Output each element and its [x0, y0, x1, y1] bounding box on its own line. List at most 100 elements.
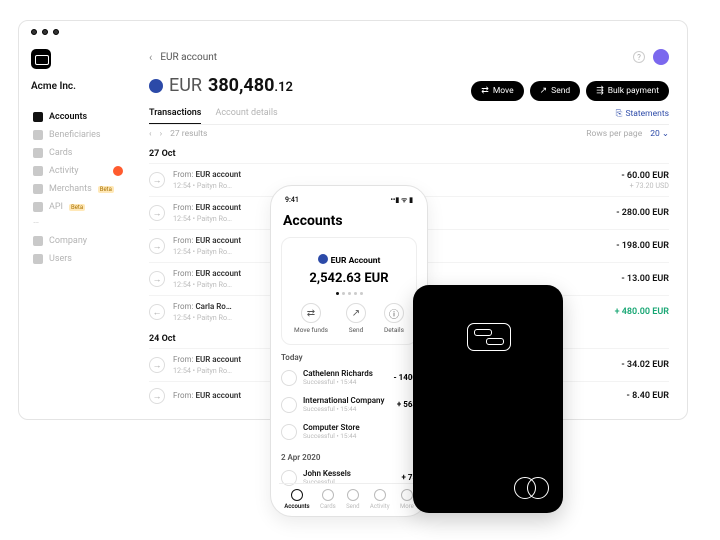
sidebar-item-api[interactable]: API Beta	[31, 198, 137, 216]
direction-icon: ←	[149, 304, 165, 320]
beta-badge: Beta	[98, 186, 114, 193]
sidebar-item-activity[interactable]: Activity	[31, 162, 137, 180]
sidebar-item-label: Beneficiaries	[49, 130, 101, 140]
sidebar-item-label: Merchants	[49, 184, 92, 194]
direction-icon: →	[149, 271, 165, 287]
details-button[interactable]: ⓘDetails	[384, 303, 404, 334]
send-icon: ↗	[346, 303, 366, 323]
phone-transaction-row[interactable]: International CompanySuccessful • 15:44+…	[279, 391, 419, 418]
results-count: 27 results	[170, 129, 207, 139]
time: 9:41	[285, 196, 299, 205]
sidebar-item-label: Users	[49, 254, 72, 264]
sidebar-item-label: Company	[49, 236, 87, 246]
tab-transactions[interactable]: Transactions	[149, 108, 201, 124]
send-button[interactable]: ↗Send	[346, 303, 366, 334]
accounts-icon	[33, 112, 43, 122]
phone-title: Accounts	[283, 213, 415, 229]
pager-next[interactable]: ›	[160, 129, 163, 139]
send-button[interactable]: ↗Send	[530, 81, 581, 101]
merchant-icon	[281, 424, 297, 440]
details-icon: ⓘ	[384, 303, 404, 323]
phone-section-label: 2 Apr 2020	[281, 453, 417, 462]
tab-activity[interactable]: Activity	[370, 489, 390, 510]
move-button[interactable]: ⇄Move	[471, 81, 523, 101]
currency-code: EUR	[169, 75, 202, 96]
sidebar-item-merchants[interactable]: Merchants Beta	[31, 180, 137, 198]
bulk-payment-button[interactable]: ⇶Bulk payment	[586, 81, 669, 101]
page-title: EUR account	[160, 52, 217, 63]
tab-cards[interactable]: Cards	[320, 489, 336, 510]
phone-mock: 9:41 ••▮ ᯤ ▮ Accounts EUR Account 2,542.…	[270, 185, 428, 517]
help-icon[interactable]: ?	[633, 51, 645, 63]
direction-icon: →	[149, 357, 165, 373]
move-icon: ⇄	[481, 86, 489, 96]
phone-tabbar: Accounts Cards Send Activity More	[279, 483, 419, 510]
tabs: Transactions Account details ⎘Statements	[149, 108, 669, 125]
account-card[interactable]: EUR Account 2,542.63 EUR ⇄Move funds ↗Se…	[281, 237, 417, 345]
move-icon: ⇄	[301, 303, 321, 323]
account-balance: 2,542.63 EUR	[292, 271, 406, 286]
move-funds-button[interactable]: ⇄Move funds	[294, 303, 328, 334]
balance-amount: 380,480.12	[208, 75, 293, 96]
company-icon	[33, 236, 43, 246]
window-controls	[31, 29, 59, 35]
action-buttons: ⇄Move ↗Send ⇶Bulk payment	[471, 81, 669, 101]
sidebar-item-company[interactable]: Company	[31, 232, 137, 250]
beneficiaries-icon	[33, 130, 43, 140]
sidebar-separator: …	[31, 216, 137, 232]
sidebar-item-accounts[interactable]: Accounts	[31, 108, 137, 126]
avatar[interactable]	[653, 49, 669, 65]
direction-icon: →	[149, 205, 165, 221]
sidebar-item-label: Accounts	[49, 112, 87, 122]
pager: ‹ › 27 results Rows per page 20 ⌄	[149, 129, 669, 139]
payment-card	[413, 285, 563, 513]
document-icon: ⎘	[616, 109, 623, 119]
statements-link[interactable]: ⎘Statements	[616, 108, 669, 124]
phone-transaction-row[interactable]: Cathelenn RichardsSuccessful • 15:44- 14…	[279, 364, 419, 391]
eu-flag-icon	[318, 254, 328, 264]
bulk-icon: ⇶	[596, 86, 604, 96]
tab-more[interactable]: More	[400, 489, 414, 510]
sidebar-item-label: Cards	[49, 148, 72, 158]
status-bar: 9:41 ••▮ ᯤ ▮	[279, 194, 419, 211]
sidebar-item-users[interactable]: Users	[31, 250, 137, 268]
carousel-dots	[292, 292, 406, 295]
breadcrumb: ‹ EUR account ?	[149, 49, 669, 65]
signal-wifi-battery-icon: ••▮ ᯤ ▮	[390, 196, 413, 205]
direction-icon: →	[149, 238, 165, 254]
direction-icon: →	[149, 172, 165, 188]
sidebar-item-beneficiaries[interactable]: Beneficiaries	[31, 126, 137, 144]
activity-icon	[33, 166, 43, 176]
company-name: Acme Inc.	[31, 81, 137, 92]
rows-per-page-label: Rows per page	[586, 129, 642, 139]
chevron-down-icon: ⌄	[662, 129, 669, 139]
tab-send[interactable]: Send	[346, 489, 359, 510]
api-icon	[33, 202, 43, 212]
notification-dot-icon	[113, 166, 123, 176]
sidebar-item-cards[interactable]: Cards	[31, 144, 137, 162]
back-icon[interactable]: ‹	[149, 51, 152, 64]
merchant-icon	[281, 370, 297, 386]
date-group-label: 27 Oct	[149, 149, 669, 159]
sidebar-item-label: API	[49, 202, 63, 212]
eu-flag-icon	[149, 79, 163, 93]
logo-icon	[31, 49, 51, 69]
phone-transaction-row[interactable]: Computer StoreSuccessful • 15:44	[279, 418, 419, 445]
mastercard-icon	[514, 477, 549, 499]
sidebar: Acme Inc. Accounts Beneficiaries Cards A…	[19, 49, 137, 419]
tab-account-details[interactable]: Account details	[215, 108, 277, 124]
merchants-icon	[33, 184, 43, 194]
rows-per-page-select[interactable]: 20 ⌄	[650, 129, 669, 139]
phone-section-label: Today	[281, 353, 417, 362]
pager-prev[interactable]: ‹	[149, 129, 152, 139]
chip-icon	[467, 323, 511, 351]
direction-icon: →	[149, 388, 165, 404]
tab-accounts[interactable]: Accounts	[284, 489, 309, 510]
beta-badge: Beta	[69, 204, 85, 211]
cards-icon	[33, 148, 43, 158]
merchant-icon	[281, 397, 297, 413]
send-icon: ↗	[540, 86, 548, 96]
users-icon	[33, 254, 43, 264]
sidebar-item-label: Activity	[49, 166, 78, 176]
account-name: EUR Account	[331, 256, 381, 266]
